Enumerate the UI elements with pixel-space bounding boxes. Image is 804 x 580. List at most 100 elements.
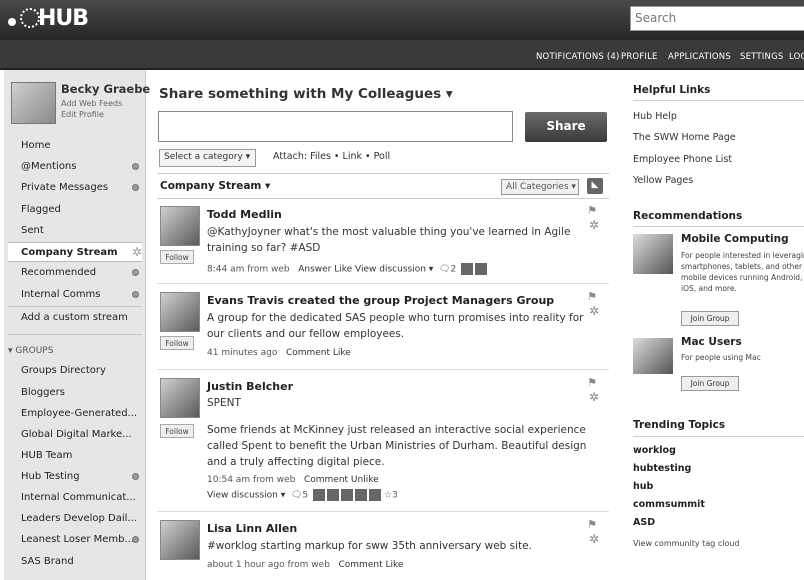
search-input[interactable]: Search <box>630 6 804 31</box>
tag-cloud-link[interactable]: View community tag cloud <box>633 539 740 548</box>
avatar[interactable] <box>11 82 56 124</box>
sidebar-item-internal-comms[interactable]: Internal Comms <box>8 285 142 305</box>
post-author[interactable]: Lisa Linn Allen <box>207 522 297 535</box>
share-button[interactable]: Share <box>525 112 607 142</box>
gear-icon[interactable]: ✲ <box>589 304 599 318</box>
view-discussion-link[interactable]: View discussion ▾ <box>207 491 285 501</box>
avatar[interactable] <box>160 520 200 560</box>
share-input[interactable] <box>158 111 513 142</box>
sidebar-item-company-stream[interactable]: Company Stream ✲ <box>8 242 142 262</box>
add-web-feeds-link[interactable]: Add Web Feeds <box>61 99 122 108</box>
trending-tag[interactable]: hubtesting <box>633 463 691 474</box>
nav-settings[interactable]: SETTINGS <box>740 52 783 62</box>
group-link[interactable]: Project Managers Group <box>404 294 554 307</box>
participant-thumbnail[interactable] <box>461 263 474 275</box>
comment-count: 5 <box>302 490 309 501</box>
join-group-button[interactable]: Join Group <box>681 311 739 326</box>
sidebar-item-flagged[interactable]: Flagged <box>8 200 142 220</box>
right-column: Helpful Links Hub Help The SWW Home Page… <box>617 70 804 580</box>
sidebar-group-item[interactable]: Hub Testing <box>8 467 142 487</box>
flag-icon[interactable]: ⚑ <box>587 376 597 389</box>
participant-thumbnail[interactable] <box>475 263 488 275</box>
follow-button[interactable]: Follow <box>160 250 194 264</box>
sidebar-group-item[interactable]: Global Digital Marke... <box>8 425 142 445</box>
rec-title[interactable]: Mac Users <box>681 336 742 348</box>
post-author[interactable]: Todd Medlin <box>207 208 282 221</box>
rec-title[interactable]: Mobile Computing <box>681 233 789 245</box>
participant-thumbnail[interactable] <box>355 489 368 501</box>
sidebar-group-item[interactable]: Groups Directory <box>8 361 142 381</box>
unread-dot-icon <box>132 269 139 276</box>
groups-header[interactable]: ▾ GROUPS <box>8 346 53 356</box>
sidebar-group-item[interactable]: Employee-Generated... <box>8 404 142 424</box>
nav-logout[interactable]: LOG <box>789 52 804 62</box>
nav-applications[interactable]: APPLICATIONS <box>668 52 731 62</box>
sidebar-item-private-messages[interactable]: Private Messages <box>8 178 142 198</box>
sidebar-group-item[interactable]: Leanest Loser Memb... <box>8 530 142 550</box>
trending-tag[interactable]: commsummit <box>633 499 705 510</box>
add-custom-stream-link[interactable]: Add a custom stream <box>8 308 142 328</box>
helpful-link[interactable]: The SWW Home Page <box>633 132 736 143</box>
avatar[interactable] <box>160 206 200 246</box>
mobile-computing-image[interactable] <box>633 234 673 274</box>
gear-icon[interactable]: ✲ <box>589 532 599 546</box>
follow-button[interactable]: Follow <box>160 336 194 350</box>
share-prefix: Share something with <box>159 86 327 102</box>
sidebar-item-home[interactable]: Home <box>8 136 142 156</box>
sidebar-group-item[interactable]: Internal Communicat... <box>8 488 142 508</box>
participant-thumbnail[interactable] <box>341 489 354 501</box>
sidebar-group-item[interactable]: HUB Team <box>8 446 142 466</box>
nav-notifications[interactable]: NOTIFICATIONS (4) <box>536 52 620 62</box>
sidebar-item-recommended[interactable]: Recommended <box>8 263 142 283</box>
hub-app: { "header": { "logo_text": "HUB", "searc… <box>0 0 804 580</box>
profile-name[interactable]: Becky Graebe <box>61 82 150 96</box>
sidebar-item-label: HUB Team <box>21 450 73 461</box>
gear-icon[interactable]: ✲ <box>589 390 599 404</box>
sidebar-item-label: Groups Directory <box>21 365 106 376</box>
post-actions[interactable]: Comment Like <box>286 348 351 358</box>
divider <box>633 226 804 227</box>
mac-users-image[interactable] <box>633 338 673 374</box>
post-text: #worklog starting markup for sww 35th an… <box>207 540 532 552</box>
join-group-button[interactable]: Join Group <box>681 376 739 391</box>
participant-thumbnail[interactable] <box>369 489 382 501</box>
sidebar-group-item[interactable]: SAS Brand <box>8 552 142 572</box>
trending-tag[interactable]: hub <box>633 481 653 492</box>
gear-icon[interactable]: ✲ <box>589 218 599 232</box>
divider <box>8 306 142 307</box>
attach-options[interactable]: Attach: Files • Link • Poll <box>273 151 390 162</box>
participant-thumbnail[interactable] <box>313 489 326 501</box>
helpful-link[interactable]: Employee Phone List <box>633 154 732 165</box>
flag-icon[interactable]: ⚑ <box>587 518 597 531</box>
sidebar-group-item[interactable]: Leaders Develop Dail... <box>8 509 142 529</box>
post-author-name[interactable]: Evans Travis created the group <box>207 294 400 307</box>
follow-button[interactable]: Follow <box>160 424 194 438</box>
edit-profile-link[interactable]: Edit Profile <box>61 110 104 119</box>
sidebar-item-label: @Mentions <box>21 161 77 172</box>
trending-tag[interactable]: worklog <box>633 445 676 456</box>
audience-dropdown[interactable]: My Colleagues ▾ <box>331 86 453 102</box>
hub-logo[interactable]: HUB <box>8 6 128 34</box>
trending-tag[interactable]: ASD <box>633 517 655 528</box>
nav-profile[interactable]: PROFILE <box>621 52 658 62</box>
sidebar-group-item[interactable]: Bloggers <box>8 383 142 403</box>
category-select[interactable]: Select a category ▾ <box>159 149 256 167</box>
flag-icon[interactable]: ⚑ <box>587 290 597 303</box>
post-actions[interactable]: Comment Like <box>339 560 404 570</box>
sidebar-item-sent[interactable]: Sent <box>8 221 142 241</box>
avatar[interactable] <box>160 378 200 418</box>
avatar[interactable] <box>160 292 200 332</box>
helpful-link[interactable]: Yellow Pages <box>633 175 693 186</box>
post-author[interactable]: Justin Belcher <box>207 380 293 393</box>
sidebar-item-mentions[interactable]: @Mentions <box>8 157 142 177</box>
helpful-link[interactable]: Hub Help <box>633 111 677 122</box>
post-timestamp: 41 minutes ago <box>207 348 278 358</box>
rss-icon[interactable]: ◣ <box>587 178 603 194</box>
post-actions[interactable]: Answer Like View discussion ▾ <box>298 265 433 275</box>
gear-icon[interactable]: ✲ <box>132 245 142 259</box>
category-filter[interactable]: All Categories ▾ <box>501 179 579 195</box>
post-actions[interactable]: Comment Unlike <box>304 475 379 485</box>
flag-icon[interactable]: ⚑ <box>587 204 597 217</box>
stream-dropdown[interactable]: Company Stream ▾ <box>160 180 270 192</box>
participant-thumbnail[interactable] <box>327 489 340 501</box>
